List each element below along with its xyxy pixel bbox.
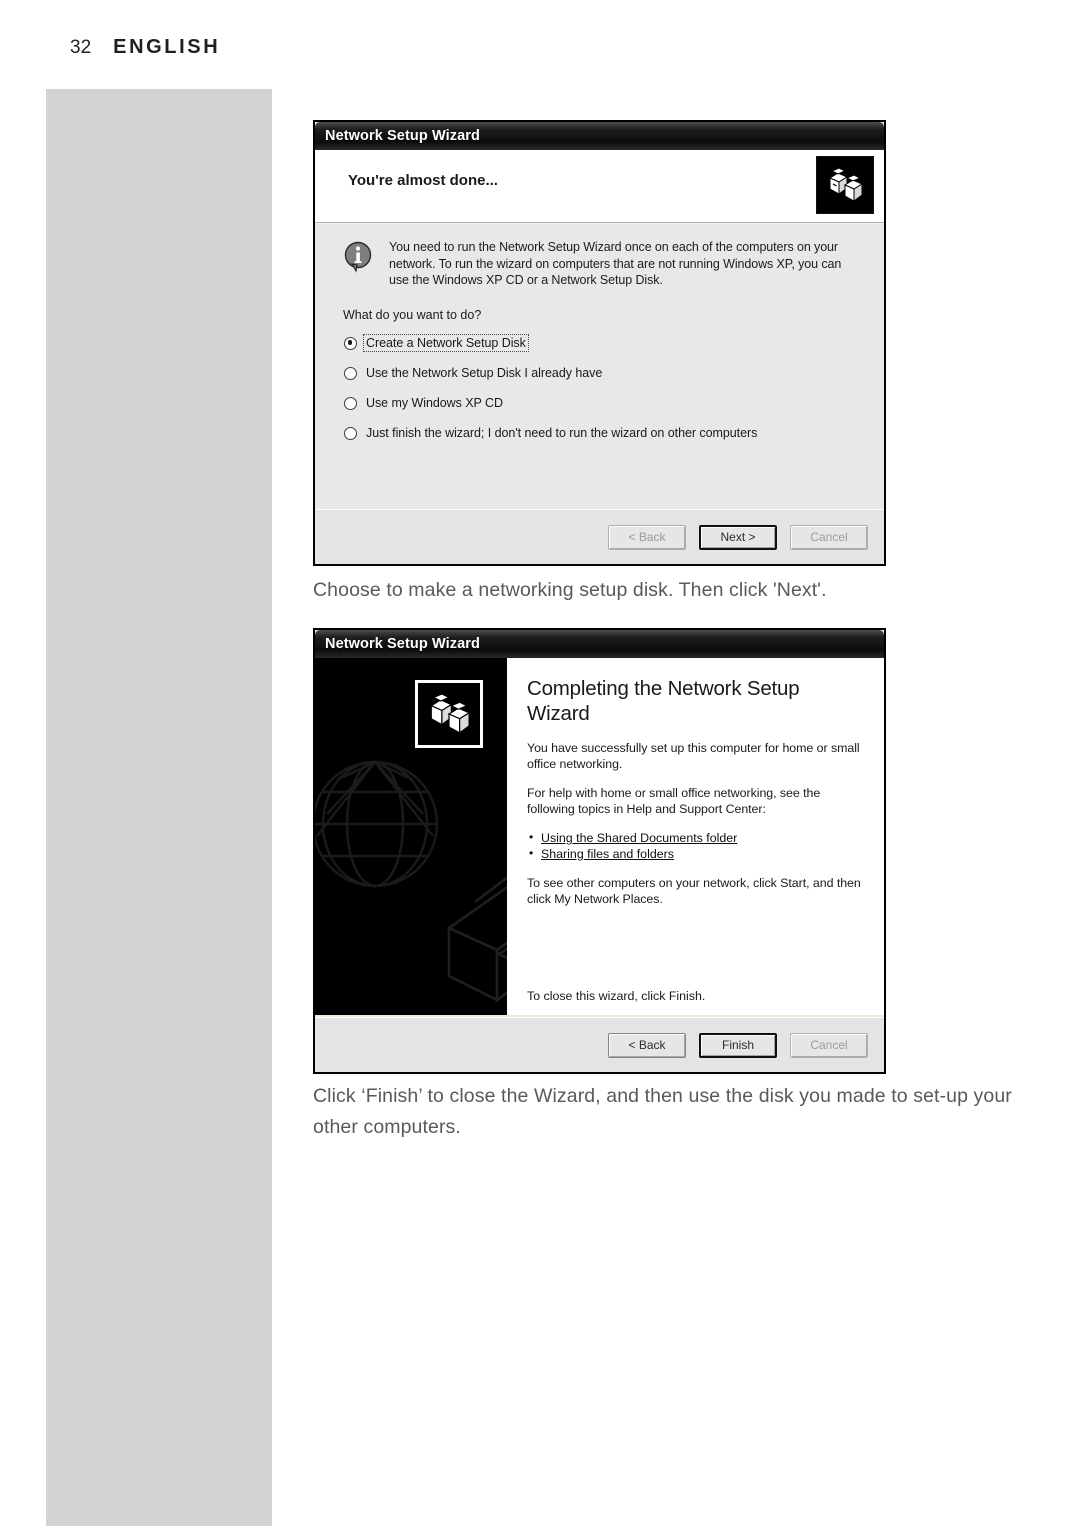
dialog-body: You need to run the Network Setup Wizard… [315,223,884,508]
dialog-button-bar: < Back Next > Cancel [315,509,884,564]
network-computers-icon [415,680,483,748]
dialog-title: Network Setup Wizard [325,128,480,144]
prompt-question: What do you want to do? [343,308,482,322]
network-setup-wizard-dialog-completing: Network Setup Wizard Completing the Netw… [313,628,886,1074]
network-computers-icon [816,156,874,214]
help-paragraph: For help with home or small office netwo… [527,786,821,816]
dialog-body: Completing the Network Setup Wizard You … [315,658,884,1015]
sidebar-band [46,89,272,1526]
radio-label: Create a Network Setup Disk [363,334,529,352]
success-paragraph: You have successfully set up this comput… [527,741,860,771]
back-button[interactable]: < Back [608,524,686,550]
cancel-button[interactable]: Cancel [790,1032,868,1058]
cancel-button[interactable]: Cancel [790,524,868,550]
radio-option-use-xp-cd[interactable]: Use my Windows XP CD [344,392,864,414]
network-setup-wizard-dialog-create-disk: Network Setup Wizard You're almost done.… [313,120,886,566]
finish-button[interactable]: Finish [699,1032,777,1058]
radio-option-create-disk[interactable]: Create a Network Setup Disk [344,332,864,354]
list-item[interactable]: Sharing files and folders [527,846,864,863]
page-title: ENGLISH [113,36,221,58]
radio-label: Use my Windows XP CD [366,396,503,410]
help-link-shared-documents[interactable]: Using the Shared Documents folder [541,831,737,845]
network-places-paragraph: To see other computers on your network, … [527,876,861,906]
radio-option-just-finish[interactable]: Just finish the wizard; I don't need to … [344,422,864,444]
caption-click-finish: Click ‘Finish’ to close the Wizard, and … [313,1085,1012,1138]
dialog-titlebar[interactable]: Network Setup Wizard [315,630,884,658]
list-item[interactable]: Using the Shared Documents folder [527,830,864,847]
option-radio-group: Create a Network Setup Disk Use the Netw… [344,332,864,452]
page-number: 32 [70,37,92,58]
radio-indicator [344,366,357,380]
dialog-header: You're almost done... [315,150,884,223]
radio-option-use-existing-disk[interactable]: Use the Network Setup Disk I already hav… [344,362,864,384]
info-text: You need to run the Network Setup Wizard… [389,240,842,287]
dialog-title: Network Setup Wizard [325,636,480,652]
caption-choose-disk: Choose to make a networking setup disk. … [313,579,827,601]
radio-label: Use the Network Setup Disk I already hav… [366,366,603,380]
printer-icon [446,875,507,1003]
radio-label: Just finish the wizard; I don't need to … [366,426,758,440]
help-topic-list: Using the Shared Documents folder Sharin… [527,830,864,863]
dialog-button-bar: < Back Finish Cancel [315,1017,884,1072]
folder-documents-icon [315,1008,505,1015]
help-link-sharing-files[interactable]: Sharing files and folders [541,847,674,861]
dialog-titlebar[interactable]: Network Setup Wizard [315,122,884,150]
radio-indicator [344,396,357,410]
page-header: 32 ENGLISH [70,36,220,59]
information-icon [343,241,377,275]
next-button[interactable]: Next > [699,524,777,550]
dialog-heading: You're almost done... [348,172,498,189]
radio-indicator [344,426,357,440]
wizard-art-panel [315,658,507,1015]
close-wizard-note: To close this wizard, click Finish. [527,989,706,1003]
dialog-heading: Completing the Network Setup Wizard [527,677,800,725]
back-button[interactable]: < Back [608,1032,686,1058]
radio-indicator [344,336,357,350]
info-block: You need to run the Network Setup Wizard… [343,239,862,289]
wizard-content-panel: Completing the Network Setup Wizard You … [507,658,884,1015]
